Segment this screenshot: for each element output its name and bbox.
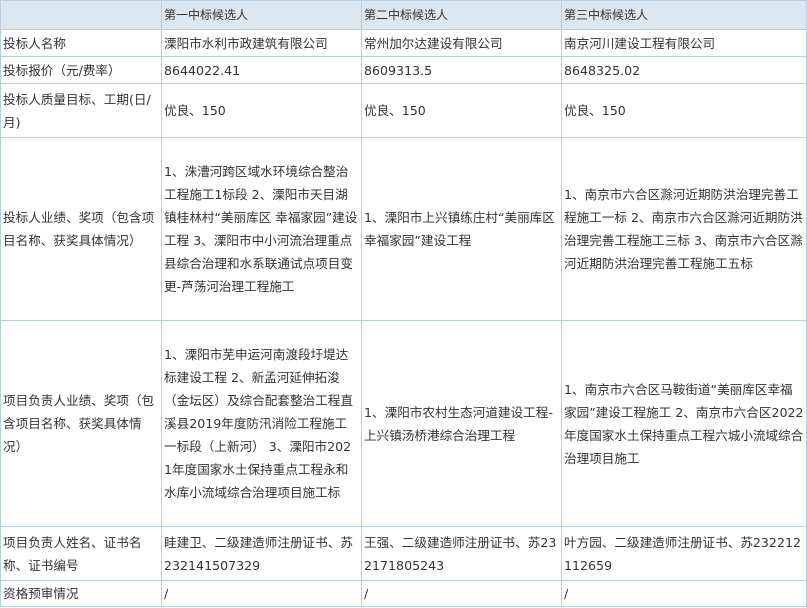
table-cell: 1、洙漕河跨区域水环境综合整治工程施工1标段 2、溧阳市天目湖镇桂林村“美丽库区…	[161, 137, 362, 321]
row-label: 投标报价（元/费率）	[0, 56, 162, 84]
header-corner-cell	[0, 0, 162, 30]
table-cell: 眭建卫、二级建造师注册证书、苏232141507329	[161, 526, 362, 581]
table-cell: 8609313.5	[361, 56, 562, 84]
header-candidate-1: 第一中标候选人	[161, 0, 362, 30]
header-row: 第一中标候选人 第二中标候选人 第三中标候选人	[0, 0, 807, 30]
header-candidate-2: 第二中标候选人	[361, 0, 562, 30]
table-row: 投标报价（元/费率） 8644022.41 8609313.5 8648325.…	[0, 56, 807, 84]
table-cell: 8644022.41	[161, 56, 362, 84]
table-cell: 优良、150	[361, 83, 562, 138]
table-cell: 1、溧阳市农村生态河道建设工程-上兴镇汤桥港综合治理工程	[361, 320, 562, 527]
table-cell: 1、南京市六合区马鞍街道“美丽库区幸福家园”建设工程施工 2、南京市六合区202…	[561, 320, 807, 527]
table-cell: 8648325.02	[561, 56, 807, 84]
row-label: 项目负责人姓名、证书名称、证书编号	[0, 526, 162, 581]
row-label: 投标人质量目标、工期(日/月)	[0, 83, 162, 138]
table-cell: 1、溧阳市上兴镇练庄村“美丽库区幸福家园”建设工程	[361, 137, 562, 321]
header-candidate-3: 第三中标候选人	[561, 0, 807, 30]
table-cell: 优良、150	[161, 83, 362, 138]
table-cell: 叶方园、二级建造师注册证书、苏232212112659	[561, 526, 807, 581]
table-row: 项目负责人业绩、奖项（包含项目名称、获奖具体情况） 1、溧阳市芜申运河南渡段圩堤…	[0, 320, 807, 527]
table-cell: /	[361, 580, 562, 607]
table-row: 投标人名称 溧阳市水利市政建筑有限公司 常州加尔达建设有限公司 南京河川建设工程…	[0, 29, 807, 57]
table-row: 投标人业绩、奖项（包含项目名称、获奖具体情况） 1、洙漕河跨区域水环境综合整治工…	[0, 137, 807, 321]
table-cell: /	[161, 580, 362, 607]
table-cell: 优良、150	[561, 83, 807, 138]
row-label: 投标人名称	[0, 29, 162, 57]
table-cell: /	[561, 580, 807, 607]
table-row: 资格预审情况 / / /	[0, 580, 807, 607]
table-cell: 王强、二级建造师注册证书、苏232171805243	[361, 526, 562, 581]
table-cell: 溧阳市水利市政建筑有限公司	[161, 29, 362, 57]
table-cell: 常州加尔达建设有限公司	[361, 29, 562, 57]
table-cell: 南京河川建设工程有限公司	[561, 29, 807, 57]
table-row: 投标人质量目标、工期(日/月) 优良、150 优良、150 优良、150	[0, 83, 807, 138]
table-cell: 1、溧阳市芜申运河南渡段圩堤达标建设工程 2、新孟河延伸拓浚（金坛区）及综合配套…	[161, 320, 362, 527]
row-label: 项目负责人业绩、奖项（包含项目名称、获奖具体情况）	[0, 320, 162, 527]
table-cell: 1、南京市六合区滁河近期防洪治理完善工程施工一标 2、南京市六合区滁河近期防洪治…	[561, 137, 807, 321]
bid-candidates-table: 第一中标候选人 第二中标候选人 第三中标候选人 投标人名称 溧阳市水利市政建筑有…	[0, 0, 807, 607]
row-label: 资格预审情况	[0, 580, 162, 607]
row-label: 投标人业绩、奖项（包含项目名称、获奖具体情况）	[0, 137, 162, 321]
table-row: 项目负责人姓名、证书名称、证书编号 眭建卫、二级建造师注册证书、苏2321415…	[0, 526, 807, 581]
